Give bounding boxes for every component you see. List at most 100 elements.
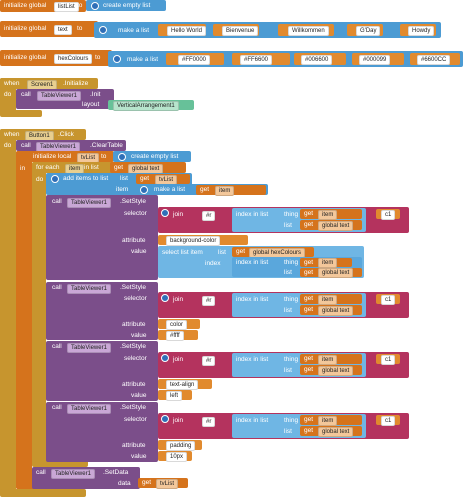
gear-icon[interactable] (161, 294, 169, 302)
call-label: call (52, 404, 62, 411)
for-each-label: for each (36, 164, 60, 171)
method-label: .ClearTable (90, 142, 123, 149)
var-dropdown[interactable]: item (318, 355, 338, 365)
event-label: .Click (58, 131, 74, 138)
string-field[interactable]: #r (202, 296, 216, 306)
var-dropdown[interactable]: global text (318, 306, 354, 316)
for-each-body-bar (32, 162, 46, 466)
string-field[interactable]: #r (202, 417, 216, 427)
string-field[interactable]: Hello World (167, 26, 206, 36)
get-label: get (304, 306, 314, 313)
call-label: call (36, 469, 46, 476)
gear-icon[interactable] (118, 152, 126, 161)
string-field[interactable]: left (166, 391, 183, 401)
component-dropdown[interactable]: TableViewer1 (51, 469, 95, 479)
selector-label: selector (124, 416, 147, 423)
string-field[interactable]: #6600CC (417, 55, 451, 65)
get-label: get (304, 269, 314, 276)
gear-icon[interactable] (161, 209, 169, 217)
layout-dropdown[interactable]: VerticalArrangement1 (113, 101, 179, 111)
thing-label: thing (284, 417, 299, 424)
value-label: value (131, 248, 147, 255)
gear-icon[interactable] (161, 354, 169, 362)
component-dropdown[interactable]: TableViewer1 (67, 198, 111, 208)
gear-icon[interactable] (140, 185, 148, 194)
var-name-field[interactable]: text (54, 25, 72, 35)
var-dropdown[interactable]: item (318, 295, 338, 305)
string-field[interactable]: G'Day (356, 26, 381, 36)
var-dropdown[interactable]: item (318, 258, 338, 268)
string-field[interactable]: Bienvenue (222, 26, 259, 36)
string-field[interactable]: c1 (381, 355, 396, 365)
method-label: .SetData (103, 469, 129, 476)
string-field[interactable]: #FF6600 (240, 55, 273, 65)
component-dropdown[interactable]: TableViewer1 (37, 91, 81, 101)
add-items-label: add items to list (63, 175, 109, 182)
var-dropdown[interactable]: item (215, 186, 235, 196)
get-label: get (304, 221, 314, 228)
var-dropdown[interactable]: item (318, 210, 338, 220)
string-field[interactable]: #000099 (359, 55, 391, 65)
selector-label: selector (124, 355, 147, 362)
select-list-item-label: select list item (162, 249, 203, 256)
in-list-label: in list (84, 164, 99, 171)
attribute-label: attribute (122, 381, 146, 388)
list-param-label: list (120, 175, 128, 182)
gear-icon[interactable] (113, 55, 121, 63)
init-local-body-bar (16, 151, 32, 489)
component-dropdown[interactable]: TableViewer1 (67, 404, 111, 414)
thing-label: thing (284, 356, 299, 363)
string-field[interactable]: #r (202, 356, 216, 366)
join-label: join (173, 296, 184, 303)
event-body-bar (0, 129, 16, 496)
var-dropdown[interactable]: item (318, 416, 338, 426)
method-label: .Init (90, 91, 101, 98)
list-label: list (218, 249, 226, 256)
when-label: when (4, 80, 20, 87)
method-label: .SetStyle (120, 198, 147, 205)
var-name-field[interactable]: hexColours (54, 54, 93, 64)
get-label: get (304, 210, 314, 217)
component-dropdown[interactable]: TableViewer1 (67, 284, 111, 294)
string-field[interactable]: #FF0000 (178, 55, 211, 65)
string-field[interactable]: Howdy (408, 26, 435, 36)
gear-icon[interactable] (91, 1, 99, 10)
component-dropdown[interactable]: TableViewer1 (67, 343, 111, 353)
string-field[interactable]: c1 (381, 295, 396, 305)
string-field[interactable]: text-align (166, 380, 199, 390)
string-field[interactable]: #ffff (166, 331, 184, 341)
var-dropdown[interactable]: global text (318, 268, 354, 278)
gear-icon[interactable] (99, 26, 107, 34)
var-dropdown[interactable]: tvList (156, 479, 179, 489)
string-field[interactable]: #r (202, 211, 216, 221)
call-label: call (52, 284, 62, 291)
string-field[interactable]: Willkommen (288, 26, 329, 36)
string-field[interactable]: padding (166, 441, 196, 451)
call-label: call (21, 91, 31, 98)
attribute-label: attribute (122, 237, 146, 244)
event-footer (0, 110, 42, 117)
thing-label: thing (284, 296, 299, 303)
var-dropdown[interactable]: global text (318, 366, 354, 376)
gear-icon[interactable] (161, 415, 169, 423)
when-label: when (4, 131, 20, 138)
thing-label: thing (284, 211, 299, 218)
var-name-field[interactable]: listList (54, 2, 79, 12)
var-dropdown[interactable]: global text (318, 427, 354, 437)
gear-icon[interactable] (51, 175, 59, 183)
string-field[interactable]: #006600 (301, 55, 333, 65)
create-empty-list-label: create empty list (131, 153, 179, 160)
string-field[interactable]: background-color (166, 236, 221, 246)
string-field[interactable]: c1 (381, 416, 396, 426)
string-field[interactable]: c1 (381, 210, 396, 220)
index-in-list-label: index in list (236, 417, 269, 424)
string-field[interactable]: 10px (166, 452, 188, 462)
make-a-list-label: make a list (154, 186, 186, 193)
string-field[interactable]: color (166, 320, 188, 330)
list-label: list (284, 307, 292, 314)
join-label: join (173, 417, 184, 424)
get-label: get (304, 427, 314, 434)
get-label: get (304, 295, 314, 302)
var-dropdown[interactable]: global text (318, 221, 354, 231)
call-label: call (21, 142, 31, 149)
